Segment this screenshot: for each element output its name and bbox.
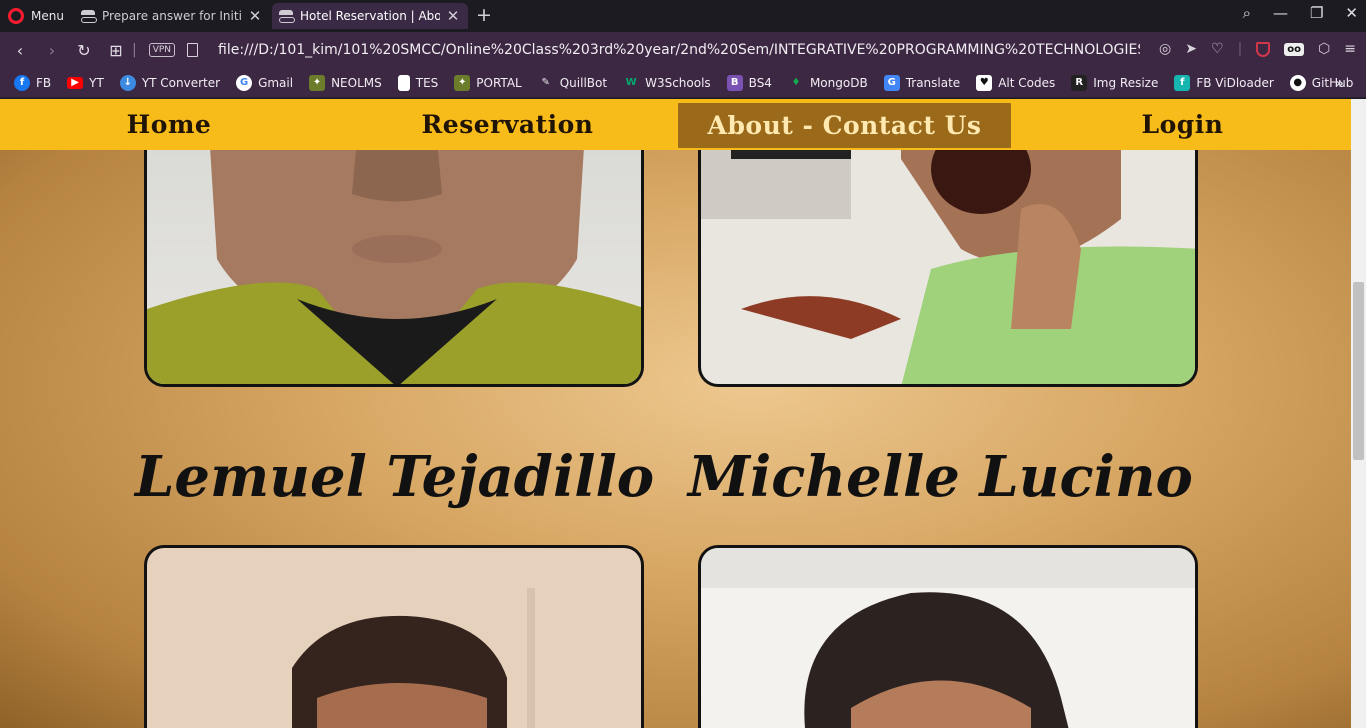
bookmark-gmail[interactable]: G Gmail [236,74,293,91]
nav-reservation[interactable]: Reservation [420,99,595,150]
close-tab-icon[interactable]: ✕ [446,7,460,25]
nav-home[interactable]: Home [110,99,228,150]
leaf-icon: ♦ [791,77,801,88]
page-scrollbar[interactable] [1351,99,1366,728]
browser-tab-strip: Menu Prepare answer for Initial O ✕ Hote… [0,0,1366,32]
opera-logo-icon [8,8,24,24]
back-icon[interactable]: ‹ [4,41,36,60]
bookmarks-bar: f FB ▶ YT ↓ YT Converter G Gmail ✦ NEOLMS TES… [0,68,1366,98]
new-tab-button[interactable]: + [476,4,492,26]
bookmark-yt-converter[interactable]: ↓ YT Converter [119,74,220,91]
window-controls: ⌕ — ❐ ✕ [1243,4,1358,22]
bookmark-bs4[interactable]: B BS4 [726,74,772,91]
member-name-2: Michelle Lucino [688,444,1193,510]
divider: | [132,42,137,58]
forward-icon[interactable]: › [36,41,68,60]
document-icon [397,74,410,91]
w3schools-icon: W [625,77,637,88]
restore-icon[interactable]: ❐ [1310,4,1323,22]
site-navbar: Home Reservation About - Contact Us Logi… [0,99,1351,150]
translate-icon: G [883,74,900,91]
cube-icon[interactable]: ⬡ [1318,41,1330,57]
vpn-badge[interactable]: VPN [148,43,176,57]
opera-menu-button[interactable]: Menu [8,6,64,26]
bookmark-fb[interactable]: f FB [14,74,51,91]
f-icon: f [1174,74,1191,91]
r-icon: R [1071,74,1088,91]
bookmark-portal[interactable]: ✦ PORTAL [454,74,522,91]
adblock-shield-icon[interactable] [1256,41,1271,57]
browser-tab[interactable]: Prepare answer for Initial O ✕ [74,3,270,29]
tab-title: Prepare answer for Initial O [102,9,242,23]
send-icon[interactable]: ➤ [1185,41,1197,57]
member-photo-3-image [292,588,535,728]
school-crest-icon: ✦ [309,74,326,91]
reload-icon[interactable]: ↻ [68,41,100,60]
bookmark-w3schools[interactable]: W W3Schools [623,75,711,91]
bookmark-neolms[interactable]: ✦ NEOLMS [309,74,382,91]
bookmark-yt[interactable]: ▶ YT [67,76,104,90]
bookmark-tes[interactable]: TES [397,74,438,91]
quill-icon: ✎ [541,77,550,88]
menu-label: Menu [31,9,64,23]
github-icon: ● [1289,74,1306,91]
divider: | [1237,41,1243,57]
tab-grid-icon[interactable]: ⊞ [100,41,132,60]
page-viewport: Home Reservation About - Contact Us Logi… [0,99,1366,728]
more-bookmarks-icon[interactable]: » [1335,74,1344,92]
nav-about-contact[interactable]: About - Contact Us [678,103,1011,148]
address-bar: ‹ › ↻ ⊞ | VPN file:///D:/101_kim/101%20S… [0,32,1366,68]
cloud-download-icon: ↓ [119,74,136,91]
member-photo-4-image [701,548,1195,728]
camera-icon[interactable]: ◎ [1159,41,1171,57]
heart-icon: ♥ [976,74,993,91]
nav-login[interactable]: Login [1130,99,1235,150]
extension-icon[interactable]: oo [1284,42,1305,56]
minimize-icon[interactable]: — [1273,4,1288,22]
heart-icon[interactable]: ♡ [1211,41,1224,57]
search-icon[interactable]: ⌕ [1243,4,1251,22]
member-name-1: Lemuel Tejadillo [135,444,655,510]
member-photo-3 [144,545,644,728]
youtube-icon: ▶ [67,76,84,89]
bookmark-img-resize[interactable]: R Img Resize [1071,74,1158,91]
bookmark-mongodb[interactable]: ♦ MongoDB [788,75,867,91]
file-icon [187,43,199,57]
facebook-icon: f [14,74,30,91]
url-field[interactable]: file:///D:/101_kim/101%20SMCC/Online%20C… [218,42,1140,58]
private-incognito-icon [80,10,97,23]
bookmark-fb-vidloader[interactable]: f FB ViDloader [1174,74,1274,91]
bootstrap-icon: B [726,74,743,91]
private-incognito-icon [278,10,295,23]
close-window-icon[interactable]: ✕ [1345,4,1358,22]
school-crest-icon: ✦ [454,74,471,91]
google-icon: G [236,74,253,91]
bookmark-quillbot[interactable]: ✎ QuillBot [538,75,608,91]
scrollbar-thumb[interactable] [1353,282,1364,460]
easy-setup-icon[interactable]: ≡ [1344,41,1356,57]
close-tab-icon[interactable]: ✕ [248,7,262,25]
tab-title: Hotel Reservation | About - [300,9,440,23]
bookmark-translate[interactable]: G Translate [883,74,960,91]
browser-tab-active[interactable]: Hotel Reservation | About - ✕ [272,3,468,29]
bookmark-alt-codes[interactable]: ♥ Alt Codes [976,74,1055,91]
member-photo-4 [698,545,1198,728]
address-bar-actions: ◎ ➤ ♡ | oo ⬡ ≡ [1159,41,1356,57]
